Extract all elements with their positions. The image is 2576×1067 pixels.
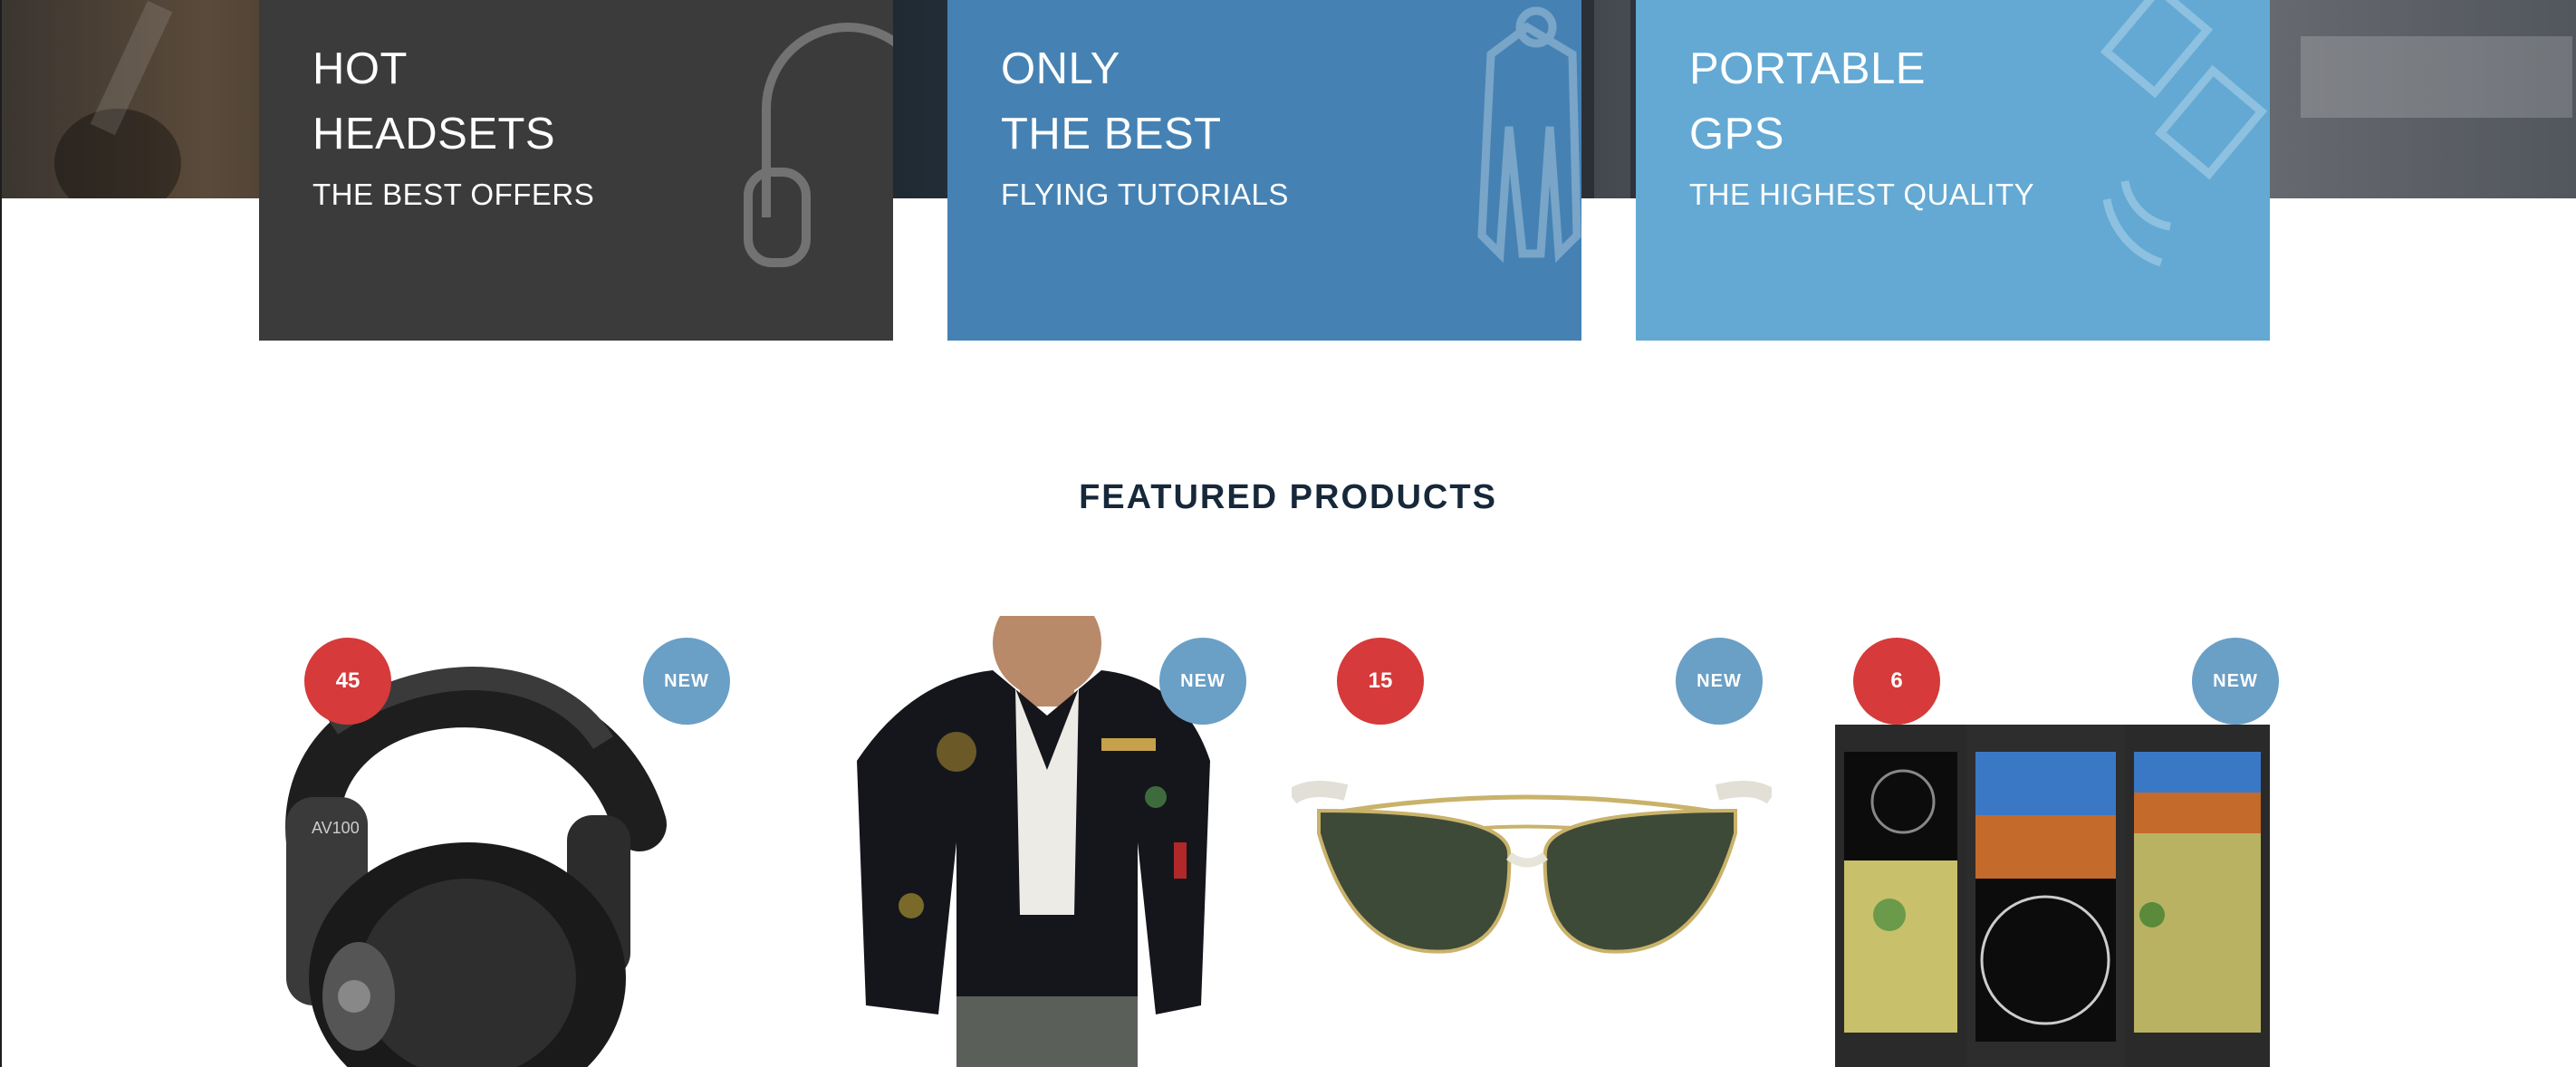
headset-brand-mark: AV100 (312, 819, 360, 837)
promo-card-tutorials[interactable]: ONLY THE BEST FLYING TUTORIALS (947, 0, 1581, 341)
new-badge: NEW (1676, 638, 1763, 725)
page-left-border (0, 0, 2, 1067)
hero-highlight-shape (1594, 0, 1630, 198)
promo-subtitle: THE BEST OFFERS (312, 178, 595, 211)
promo-card-gps[interactable]: PORTABLE GPS THE HIGHEST QUALITY (1636, 0, 2270, 341)
sale-count-badge: 45 (304, 638, 391, 725)
new-badge: NEW (2192, 638, 2279, 725)
promo-title: ONLY THE BEST (1001, 44, 1222, 159)
sale-count-badge: 15 (1337, 638, 1424, 725)
promo-title: PORTABLE GPS (1689, 44, 1926, 159)
flight-suit-icon (1477, 6, 1581, 264)
new-badge: NEW (1159, 638, 1246, 725)
satellite-icon (2100, 0, 2268, 267)
promo-subtitle: FLYING TUTORIALS (1001, 178, 1289, 211)
product-card[interactable]: 6 NEW (1808, 616, 2288, 1067)
section-title-featured: FEATURED PRODUCTS (1079, 478, 1497, 516)
product-card[interactable]: NEW (775, 616, 1255, 1067)
product-card[interactable]: AV100 45 NEW (259, 616, 739, 1067)
new-badge: NEW (643, 638, 730, 725)
promo-title: HOT HEADSETS (312, 44, 556, 159)
headset-icon (744, 23, 893, 267)
promo-card-headsets[interactable]: HOT HEADSETS THE BEST OFFERS (259, 0, 893, 341)
promo-subtitle: THE HIGHEST QUALITY (1689, 178, 2035, 211)
sale-count-badge: 6 (1853, 638, 1940, 725)
product-card[interactable]: 15 NEW (1292, 616, 1772, 1067)
hero-highlight-shape (2301, 36, 2572, 118)
